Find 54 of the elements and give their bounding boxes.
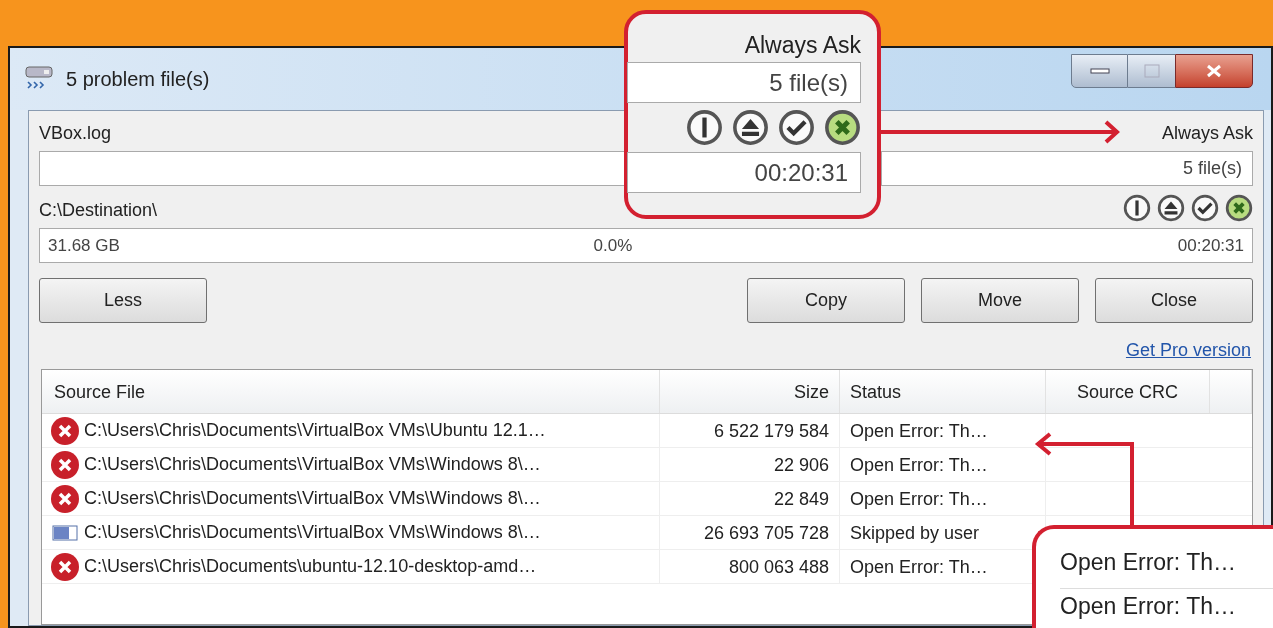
status-text: Open Error: Th… [1060, 545, 1273, 589]
file-path: C:\Users\Chris\Documents\VirtualBox VMs\Ubuntu 12.1… [84, 419, 546, 442]
column-header[interactable]: Status [840, 370, 1046, 413]
pause-icon[interactable] [1123, 194, 1151, 222]
window-title: 5 problem file(s) [66, 67, 210, 92]
file-size: 800 063 488 [660, 549, 840, 584]
minimize-icon [1089, 68, 1110, 74]
cancel-icon[interactable] [824, 109, 861, 146]
file-size: 26 693 705 728 [660, 515, 840, 550]
file-status: Open Error: Th… [840, 447, 1046, 482]
file-path: C:\Users\Chris\Documents\VirtualBox VMs\Windows 8\… [84, 487, 541, 510]
close-button[interactable]: Close [1095, 278, 1253, 323]
maximize-button[interactable] [1128, 54, 1175, 88]
pro-version-link[interactable]: Get Pro version [1125, 337, 1253, 363]
column-header[interactable]: Source File [42, 370, 660, 413]
mode-label: Always Ask [1161, 122, 1253, 145]
error-icon [50, 551, 80, 582]
file-path: C:\Users\Chris\Documents\VirtualBox VMs\Windows 8\… [84, 521, 541, 544]
file-path: C:\Users\Chris\Documents\ubuntu-12.10-desktop-amd… [84, 555, 537, 578]
file-path: C:\Users\Chris\Documents\VirtualBox VMs\Windows 8\… [84, 453, 541, 476]
free-space-text: 31.68 GB [48, 234, 121, 257]
cancel-icon[interactable] [1225, 194, 1253, 222]
eject-icon[interactable] [1157, 194, 1185, 222]
file-status: Open Error: Th… [840, 481, 1046, 516]
file-status: Open Error: Th… [840, 413, 1046, 448]
copy-button[interactable]: Copy [747, 278, 905, 323]
time-field: 00:20:31 [627, 152, 861, 193]
status-text: Open Error: Th… [1060, 589, 1273, 628]
minimize-button[interactable] [1071, 54, 1128, 88]
check-icon[interactable] [778, 109, 815, 146]
less-button[interactable]: Less [39, 278, 207, 323]
error-icon [50, 415, 80, 446]
file-size: 22 906 [660, 447, 840, 482]
check-icon[interactable] [1191, 194, 1219, 222]
progress-text: 0.0% [592, 234, 634, 257]
destination-label: C:\Destination\ [39, 199, 158, 222]
close-icon [1205, 64, 1223, 78]
file-size: 22 849 [660, 481, 840, 516]
eject-icon[interactable] [732, 109, 769, 146]
mode-label: Always Ask [744, 31, 861, 60]
pause-icon[interactable] [686, 109, 723, 146]
maximize-icon [1143, 64, 1160, 78]
column-header[interactable]: Size [660, 370, 840, 413]
error-icon [50, 449, 80, 480]
move-button[interactable]: Move [921, 278, 1079, 323]
close-window-button[interactable] [1175, 54, 1253, 88]
window-icon [50, 524, 80, 541]
time-text: 00:20:31 [1177, 234, 1244, 257]
error-icon [50, 483, 80, 514]
file-size: 6 522 179 584 [660, 413, 840, 448]
file-count-field: 5 file(s) [881, 151, 1253, 186]
column-header[interactable]: Source CRC [1046, 370, 1210, 413]
source-label: VBox.log [39, 122, 112, 145]
file-count-field: 5 file(s) [627, 62, 861, 103]
